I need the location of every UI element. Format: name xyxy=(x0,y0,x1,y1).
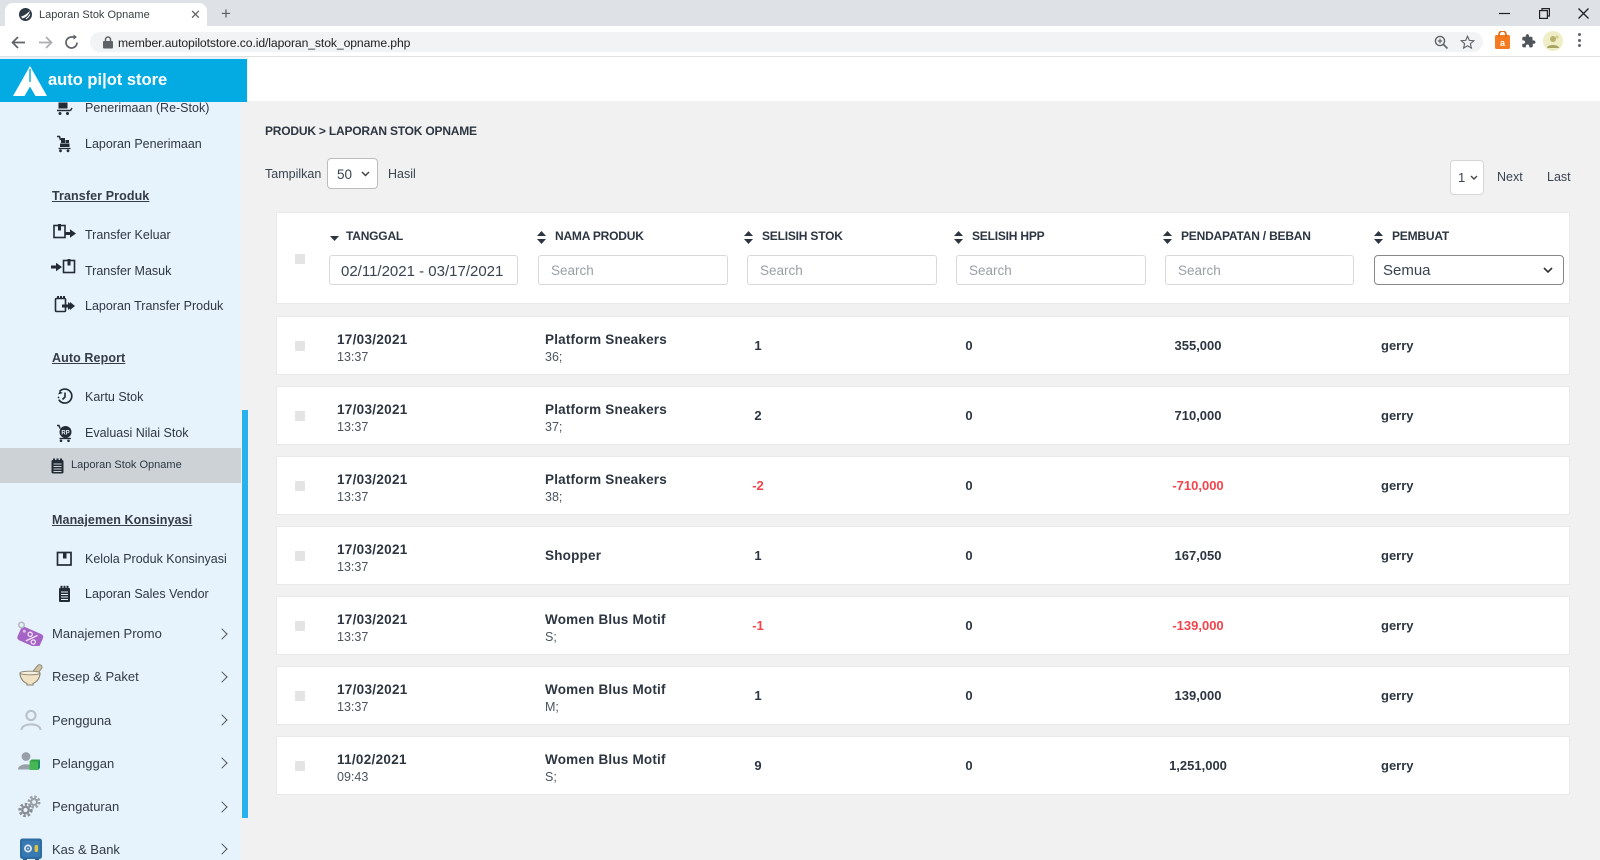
svg-text:RP: RP xyxy=(61,430,69,436)
